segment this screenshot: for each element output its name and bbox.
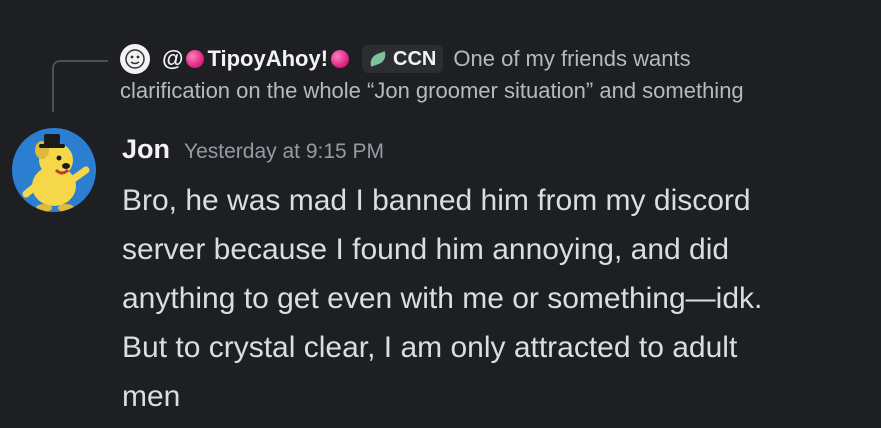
- yarn-icon: [186, 50, 205, 68]
- reply-preview-line-1: One of my friends wants: [453, 46, 691, 71]
- reply-avatar-icon[interactable]: [120, 44, 150, 74]
- timestamp[interactable]: Yesterday at 9:15 PM: [184, 140, 384, 164]
- server-tag[interactable]: CCN: [362, 45, 444, 73]
- server-tag-label: CCN: [393, 48, 437, 70]
- message-line: But to crystal clear, I am only attracte…: [122, 331, 738, 364]
- message-line: server because I found him annoying, and…: [122, 233, 730, 266]
- message-header: Jon Yesterday at 9:15 PM: [122, 134, 384, 165]
- yarn-icon: [331, 50, 350, 68]
- reply-line-1: @ TipoyAhoy! CCN One of my friends wants: [120, 44, 860, 74]
- reply-author[interactable]: @ TipoyAhoy!: [162, 42, 352, 76]
- leaf-icon: [367, 51, 389, 67]
- message-line: anything to get even with me or somethin…: [122, 282, 763, 315]
- message-line: men: [122, 380, 181, 413]
- author-name[interactable]: Jon: [122, 134, 170, 165]
- reply-preview-line-2: clarification on the whole “Jon groomer …: [120, 78, 744, 103]
- mention-prefix: @: [162, 46, 184, 71]
- reply-reference[interactable]: @ TipoyAhoy! CCN One of my friends wants…: [120, 44, 860, 108]
- reply-author-name: TipoyAhoy!: [207, 46, 329, 71]
- message-content: Bro, he was mad I banned him from my dis…: [122, 176, 862, 421]
- message-line: Bro, he was mad I banned him from my dis…: [122, 184, 751, 217]
- avatar[interactable]: [12, 128, 96, 212]
- reply-spine: [52, 60, 108, 112]
